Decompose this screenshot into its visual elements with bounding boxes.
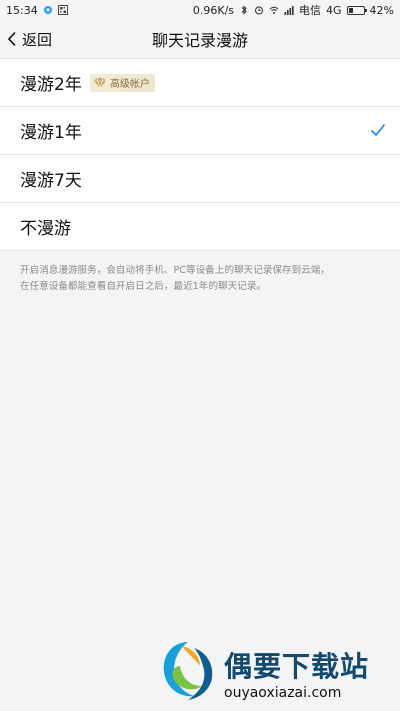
battery-percent: 42%	[369, 3, 394, 17]
watermark-logo	[163, 642, 213, 700]
chevron-left-icon	[7, 31, 16, 47]
watermark-url: ouyaoxiazai.com	[224, 685, 342, 701]
status-bar-left: 15:34	[6, 4, 68, 17]
option-label: 漫游1年	[20, 123, 82, 143]
battery-icon	[346, 5, 367, 15]
roaming-options-list: 漫游2年 高级帐户 漫游1年 漫游7天 不漫游	[0, 59, 400, 251]
alarm-icon	[255, 6, 264, 15]
notification-icon	[43, 6, 52, 14]
badge-label: 高级帐户	[109, 79, 150, 90]
option-label: 漫游7天	[20, 171, 82, 191]
status-bar-right: 0.96K/s 电信 4G 42%	[193, 2, 394, 18]
back-button[interactable]: 返回	[6, 20, 52, 58]
diamond-icon	[93, 77, 106, 89]
description-line-2: 在任意设备都能查看自开启日之后，最近1年的聊天记录。	[20, 281, 266, 292]
description-line-1: 开启消息漫游服务，会自动将手机、PC等设备上的聊天记录保存到云端，	[20, 265, 330, 276]
watermark-text: 偶要下载站 ouyaoxiazai.com	[224, 638, 369, 702]
status-bar: 15:34 0.96K/s 电信 4G 42%	[0, 0, 400, 20]
option-label: 不漫游	[20, 219, 71, 239]
roaming-description: 开启消息漫游服务，会自动将手机、PC等设备上的聊天记录保存到云端， 在任意设备都…	[0, 251, 400, 295]
battery-level	[348, 7, 354, 13]
network-type: 4G	[326, 3, 342, 17]
status-time: 15:34	[6, 3, 38, 17]
back-label: 返回	[22, 30, 53, 49]
option-no-roaming[interactable]: 不漫游	[0, 203, 400, 251]
signal-icon	[284, 6, 294, 15]
network-speed: 0.96K/s	[192, 3, 235, 17]
navigation-bar: 返回 聊天记录漫游	[0, 20, 400, 59]
option-roam-1-year[interactable]: 漫游1年	[0, 107, 400, 155]
site-watermark: 偶要下载站 ouyaoxiazai.com	[158, 638, 369, 702]
watermark-site-name: 偶要下载站	[224, 650, 370, 683]
checkmark-icon	[370, 123, 386, 137]
premium-account-badge: 高级帐户	[89, 73, 155, 92]
option-roam-2-years[interactable]: 漫游2年 高级帐户	[0, 59, 400, 107]
wifi-icon	[269, 6, 279, 14]
option-label: 漫游2年	[20, 75, 82, 95]
option-roam-7-days[interactable]: 漫游7天	[0, 155, 400, 203]
page-title: 聊天记录漫游	[151, 31, 248, 50]
carrier-label: 电信	[299, 4, 322, 17]
qr-icon	[57, 5, 68, 15]
bluetooth-icon	[241, 5, 247, 15]
